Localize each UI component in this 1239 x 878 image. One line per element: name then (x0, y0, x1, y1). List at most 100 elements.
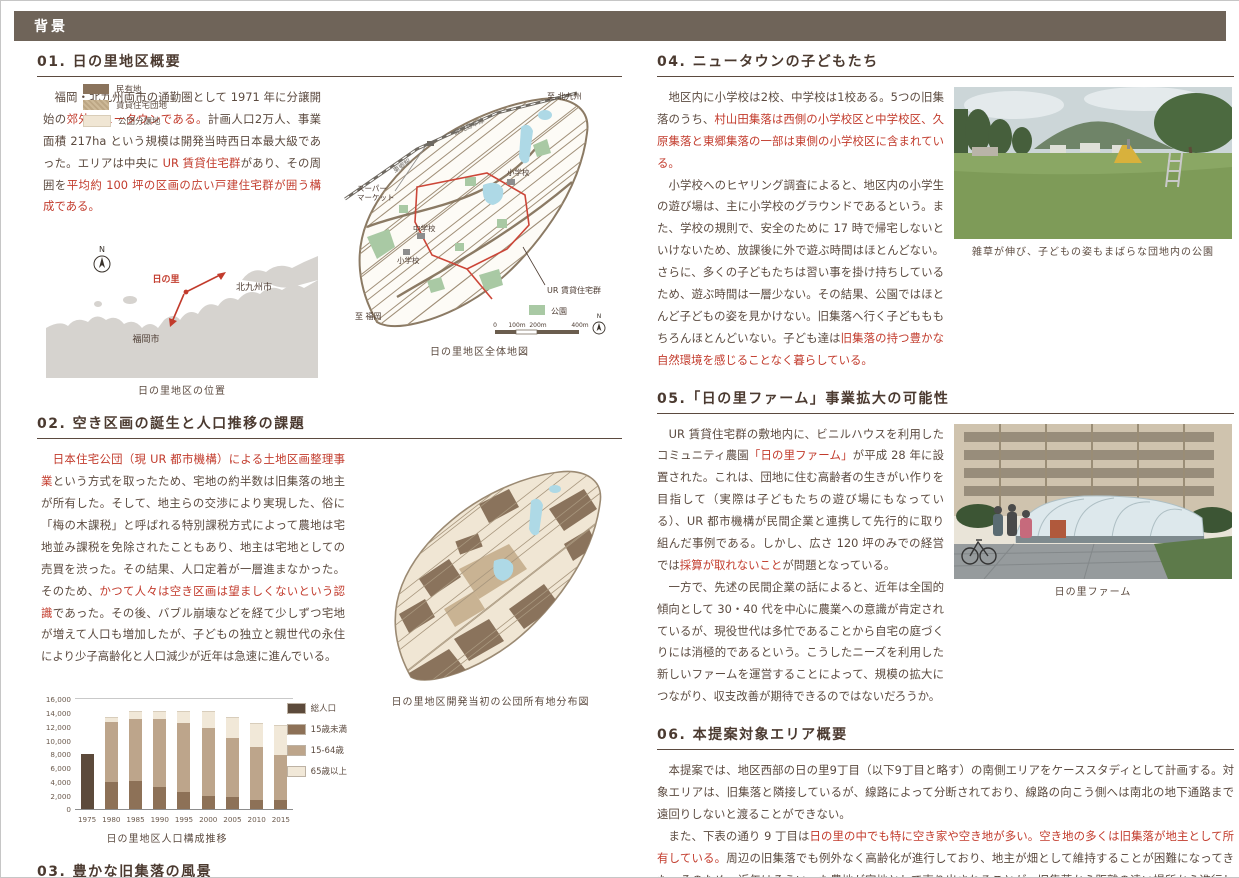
label-to-kitakyushu: 至 北九州 (547, 92, 582, 101)
population-chart: 総人口15歳未満15-64歳65歳以上 02,0004,0006,0008,00… (37, 678, 347, 826)
emphasis-text: 「日の里ファーム」 (749, 448, 853, 462)
y-axis-tick: 6,000 (37, 764, 71, 773)
stacked-bar (202, 711, 215, 810)
section-05: 05.「日の里ファーム」事業拡大の可能性 UR 賃貸住宅群の敷地内に、ビニルハウ… (657, 388, 1234, 709)
svg-text:0: 0 (493, 322, 497, 329)
legend-swatch (287, 745, 306, 756)
bar-slot (196, 699, 220, 809)
legend-swatch (83, 115, 111, 127)
bar-segment (153, 719, 166, 786)
district-map: 至 北九州 至 福岡 鹿児島本線 東郷駅 スーパー マーケット 小学校 中学校 … (337, 87, 622, 339)
legend-swatch (287, 766, 306, 777)
body-text: という方式を取ったため、宅地の約半数は旧集落の地主が所有した。そして、地主らの交… (41, 474, 345, 597)
bar-slot (148, 699, 172, 809)
x-axis-tick: 2005 (220, 815, 244, 824)
legend-swatch (83, 84, 109, 94)
chart-legend: 総人口 15歳未満 15-64歳 65歳以上 (287, 702, 347, 777)
bar-segment (250, 723, 263, 747)
section-02-paragraph: 日本住宅公団（現 UR 都市機構）による土地区画整理事業という方式を取ったため、… (37, 449, 349, 668)
y-axis-tick: 12,000 (37, 723, 71, 732)
district-map-block: 至 北九州 至 福岡 鹿児島本線 東郷駅 スーパー マーケット 小学校 中学校 … (337, 87, 622, 397)
header-bar: 背景 (14, 11, 1226, 41)
legend-label: 15-64歳 (311, 744, 344, 756)
svg-text:200m: 200m (529, 322, 546, 329)
legend-swatch (287, 724, 306, 735)
farm-photo-caption: 日の里ファーム (1055, 583, 1132, 598)
legend-label: 15歳未満 (311, 723, 347, 735)
y-axis-tick: 14,000 (37, 709, 71, 718)
legend-label: 賃貸住宅団地 (116, 99, 167, 111)
island-shape (123, 296, 137, 304)
x-axis-tick: 2000 (196, 815, 220, 824)
legend-label: 公団分譲地 (118, 115, 161, 127)
section-05-paragraph-1: UR 賃貸住宅群の敷地内に、ビニルハウスを利用したコミュニティ農園「日の里ファー… (657, 424, 944, 577)
bar-segment (105, 782, 118, 810)
chart-legend-item: 15-64歳 (287, 744, 347, 756)
chart-legend-item: 総人口 (287, 702, 347, 714)
label-elementary-east: 小学校 (507, 167, 530, 177)
section-04-paragraph-2: 小学校へのヒヤリング調査によると、地区内の小学生の遊び場は、主に小学校のグラウン… (657, 175, 944, 372)
hinosato-dot (184, 290, 189, 295)
location-map-block: N 日の里 北九州市 福岡市 (37, 230, 327, 397)
bar-slot (123, 699, 147, 809)
stacked-bar (226, 717, 239, 809)
section-06-title: 06. 本提案対象エリア概要 (657, 724, 1234, 750)
ownership-legend-item: 公団分譲地 (83, 115, 167, 127)
stacked-bar (81, 754, 94, 809)
greenhouse-door (1050, 520, 1066, 538)
body-text: 小学校へのヒヤリング調査によると、地区内の小学生の遊び場は、主に小学校のグラウン… (657, 178, 944, 345)
section-03: 03. 豊かな旧集落の風景 開発前は、右図の赤文字で示している 5 つの集落（以… (37, 861, 622, 878)
label-elementary-west: 小学校 (397, 255, 420, 265)
bar-segment (226, 717, 239, 739)
section-03-title: 03. 豊かな旧集落の風景 (37, 861, 622, 878)
ownership-legend-item: 民有地 (83, 83, 167, 95)
section-01-paragraph: 福岡・北九州両市の通勤圏として 1971 年に分譲開始の郊外ニュータウンである。… (37, 87, 327, 218)
bar-segment (250, 800, 263, 810)
y-axis-tick: 4,000 (37, 778, 71, 787)
population-chart-caption: 日の里地区人口構成推移 (37, 830, 297, 845)
legend-label: 65歳以上 (311, 765, 347, 777)
section-01-title: 01. 日の里地区概要 (37, 51, 622, 77)
ownership-map-caption: 日の里地区開発当初の公団所有地分布図 (392, 693, 590, 708)
svg-text:マーケット: マーケット (357, 193, 395, 202)
bar-segment (226, 738, 239, 796)
stacked-bar (250, 723, 263, 809)
bar-segment (153, 711, 166, 720)
bar-segment (177, 792, 190, 809)
bar-segment (226, 797, 239, 809)
section-02: 02. 空き区画の誕生と人口推移の課題 日本住宅公団（現 UR 都市機構）による… (37, 413, 622, 845)
body-text: また、下表の通り 9 丁目は (657, 829, 810, 843)
y-axis-tick: 2,000 (37, 792, 71, 801)
body-text: が平成 28 年に設置された。これは、団地に住む高齢者の生きがい作りを目指して（… (657, 448, 944, 571)
body-text: 周辺の旧集落でも例外なく高齢化が進行しており、地主が畑として維持することが困難に… (657, 851, 1234, 878)
emphasis-text: 平均約 100 坪の区画の広い戸建住宅群が囲う構成である。 (43, 178, 321, 214)
bar-slot (220, 699, 244, 809)
section-02-title: 02. 空き区画の誕生と人口推移の課題 (37, 413, 622, 439)
arrowhead (217, 272, 226, 280)
section-06-paragraph-1: 本提案では、地区西部の日の里9丁目（以下9丁目と略す）の南側エリアをケーススタデ… (657, 760, 1234, 826)
chart-plot-area (75, 698, 293, 810)
right-column: 04. ニュータウンの子どもたち 地区内に小学校は2校、中学校は1校ある。5つの… (657, 51, 1234, 878)
svg-text:400m: 400m (571, 322, 588, 329)
bar-segment (274, 725, 287, 755)
svg-text:UR 賃貸住宅群: UR 賃貸住宅群 (547, 285, 601, 295)
x-axis-tick: 1990 (148, 815, 172, 824)
stacked-bar (177, 711, 190, 810)
bar-segment (177, 711, 190, 723)
stacked-bar (153, 711, 166, 810)
x-axis-tick: 1980 (99, 815, 123, 824)
legend-label: 総人口 (311, 702, 337, 714)
bar-segment (202, 728, 215, 796)
ownership-map-block: 民有地賃貸住宅団地公団分譲地 日の里地区開発当初の公団所有地分布図 (359, 449, 622, 845)
park-photo-caption: 雑草が伸び、子どもの姿もまばらな団地内の公園 (972, 243, 1214, 258)
bar-segment (129, 781, 142, 809)
x-axis-tick: 2015 (269, 815, 293, 824)
section-06: 06. 本提案対象エリア概要 本提案では、地区西部の日の里9丁目（以下9丁目と略… (657, 724, 1234, 878)
farm-photo (954, 424, 1232, 579)
compass-icon: N (94, 245, 110, 272)
section-05-left: UR 賃貸住宅群の敷地内に、ビニルハウスを利用したコミュニティ農園「日の里ファー… (657, 424, 944, 709)
section-02-left: 日本住宅公団（現 UR 都市機構）による土地区画整理事業という方式を取ったため、… (37, 449, 349, 845)
legend-swatch (287, 703, 306, 714)
park-photo (954, 87, 1232, 239)
section-04: 04. ニュータウンの子どもたち 地区内に小学校は2校、中学校は1校ある。5つの… (657, 51, 1234, 372)
